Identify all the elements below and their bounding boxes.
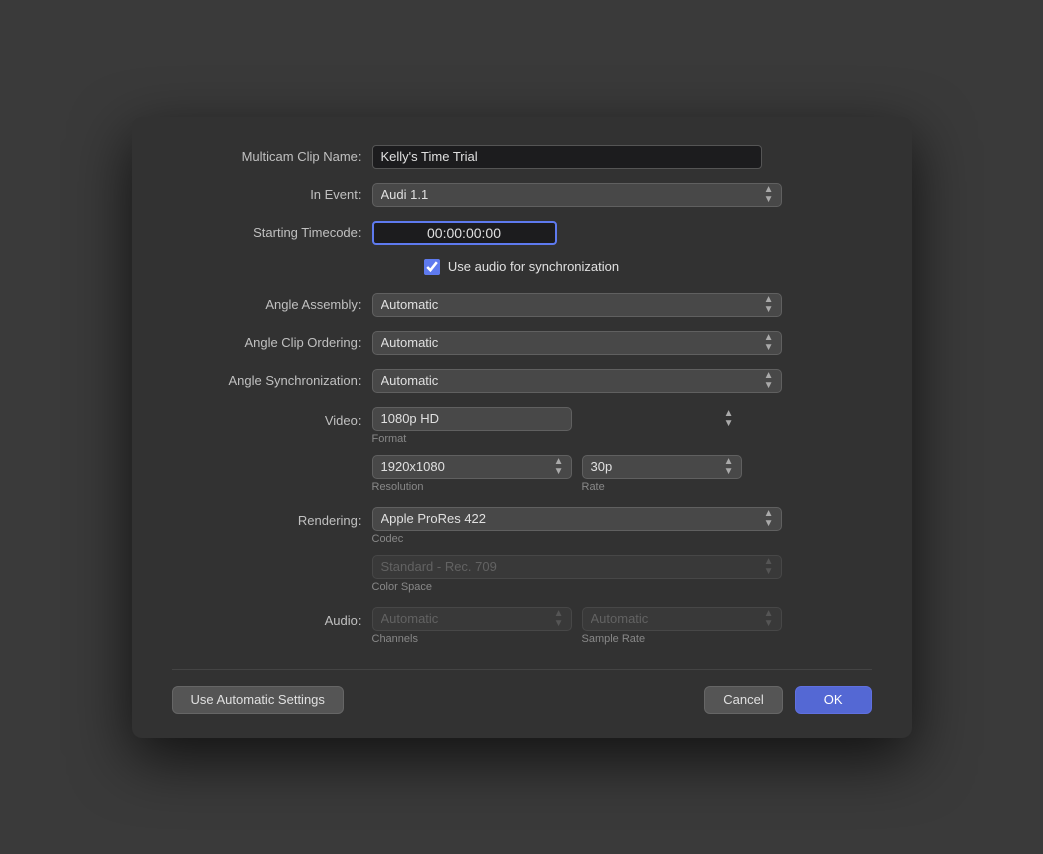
footer-right-buttons: Cancel OK [704,686,871,714]
video-rate-sublabel: Rate [582,481,742,493]
audio-channels-sublabel: Channels [372,633,572,645]
video-resolution-select[interactable]: 1920x1080 1280x720 [372,455,572,479]
angle-clip-ordering-row: Angle Clip Ordering: Automatic ▲▼ [172,331,872,355]
audio-channels-select-wrapper: Automatic ▲▼ [372,607,572,631]
angle-clip-ordering-select[interactable]: Automatic [372,331,782,355]
video-fields-col: 1080p HD 720p HD 4K UHD ▲▼ Format 1920x1… [372,407,742,493]
video-format-select[interactable]: 1080p HD 720p HD 4K UHD [372,407,572,431]
color-space-select[interactable]: Standard - Rec. 709 [372,555,782,579]
audio-label: Audio: [172,607,372,632]
audio-sample-rate-group: Automatic ▲▼ Sample Rate [582,607,782,645]
video-resolution-rate-pair: 1920x1080 1280x720 ▲▼ Resolution 30p 24p [372,455,742,493]
audio-sync-row: Use audio for synchronization [172,259,872,275]
video-format-group: 1080p HD 720p HD 4K UHD ▲▼ Format [372,407,742,445]
in-event-select[interactable]: Audi 1.1 [372,183,782,207]
rendering-codec-select[interactable]: Apple ProRes 422 Apple ProRes 4444 [372,507,782,531]
angle-assembly-select-wrapper: Automatic ▲▼ [372,293,782,317]
video-label: Video: [172,407,372,432]
rendering-fields-col: Apple ProRes 422 Apple ProRes 4444 ▲▼ Co… [372,507,782,593]
video-resolution-select-wrapper: 1920x1080 1280x720 ▲▼ [372,455,572,479]
rendering-row: Rendering: Apple ProRes 422 Apple ProRes… [172,507,872,593]
starting-timecode-label: Starting Timecode: [172,222,372,244]
angle-assembly-label: Angle Assembly: [172,294,372,316]
angle-clip-ordering-select-wrapper: Automatic ▲▼ [372,331,782,355]
audio-row: Audio: Automatic ▲▼ Channels [172,607,872,645]
ok-button[interactable]: OK [795,686,872,714]
rendering-label: Rendering: [172,507,372,532]
angle-synchronization-row: Angle Synchronization: Automatic ▲▼ [172,369,872,393]
cancel-button[interactable]: Cancel [704,686,782,714]
video-rate-select[interactable]: 30p 24p 60p [582,455,742,479]
color-space-group: Standard - Rec. 709 ▲▼ Color Space [372,555,782,593]
audio-sample-rate-select-wrapper: Automatic ▲▼ [582,607,782,631]
in-event-label: In Event: [172,184,372,206]
audio-channels-rate-pair: Automatic ▲▼ Channels Automatic [372,607,782,645]
color-space-sublabel: Color Space [372,581,782,593]
starting-timecode-row: Starting Timecode: [172,221,872,245]
video-resolution-group: 1920x1080 1280x720 ▲▼ Resolution [372,455,572,493]
angle-clip-ordering-label: Angle Clip Ordering: [172,332,372,354]
color-space-select-wrapper: Standard - Rec. 709 ▲▼ [372,555,782,579]
in-event-row: In Event: Audi 1.1 ▲▼ [172,183,872,207]
audio-sample-rate-sublabel: Sample Rate [582,633,782,645]
use-automatic-settings-button[interactable]: Use Automatic Settings [172,686,344,714]
dialog-footer: Use Automatic Settings Cancel OK [172,669,872,714]
video-format-select-wrapper: 1080p HD 720p HD 4K UHD ▲▼ [372,407,742,431]
audio-channels-group: Automatic ▲▼ Channels [372,607,572,645]
dialog: Multicam Clip Name: In Event: Audi 1.1 ▲… [132,117,912,738]
video-rate-select-wrapper: 30p 24p 60p ▲▼ [582,455,742,479]
in-event-select-wrapper: Audi 1.1 ▲▼ [372,183,782,207]
video-format-sublabel: Format [372,433,742,445]
rendering-codec-select-wrapper: Apple ProRes 422 Apple ProRes 4444 ▲▼ [372,507,782,531]
audio-sample-rate-select[interactable]: Automatic [582,607,782,631]
audio-fields-col: Automatic ▲▼ Channels Automatic [372,607,782,645]
video-row: Video: 1080p HD 720p HD 4K UHD ▲▼ Format [172,407,872,493]
multicam-clip-name-input[interactable] [372,145,762,169]
audio-channels-select[interactable]: Automatic [372,607,572,631]
multicam-clip-name-row: Multicam Clip Name: [172,145,872,169]
video-rate-group: 30p 24p 60p ▲▼ Rate [582,455,742,493]
angle-sync-select[interactable]: Automatic [372,369,782,393]
multicam-clip-name-label: Multicam Clip Name: [172,146,372,168]
rendering-codec-group: Apple ProRes 422 Apple ProRes 4444 ▲▼ Co… [372,507,782,545]
angle-assembly-row: Angle Assembly: Automatic ▲▼ [172,293,872,317]
video-format-chevron-icon: ▲▼ [724,409,734,429]
starting-timecode-input[interactable] [372,221,557,245]
video-resolution-sublabel: Resolution [372,481,572,493]
angle-assembly-select[interactable]: Automatic [372,293,782,317]
angle-sync-select-wrapper: Automatic ▲▼ [372,369,782,393]
angle-synchronization-label: Angle Synchronization: [172,370,372,392]
audio-sync-label[interactable]: Use audio for synchronization [448,259,619,274]
rendering-codec-sublabel: Codec [372,533,782,545]
audio-sync-checkbox[interactable] [424,259,440,275]
